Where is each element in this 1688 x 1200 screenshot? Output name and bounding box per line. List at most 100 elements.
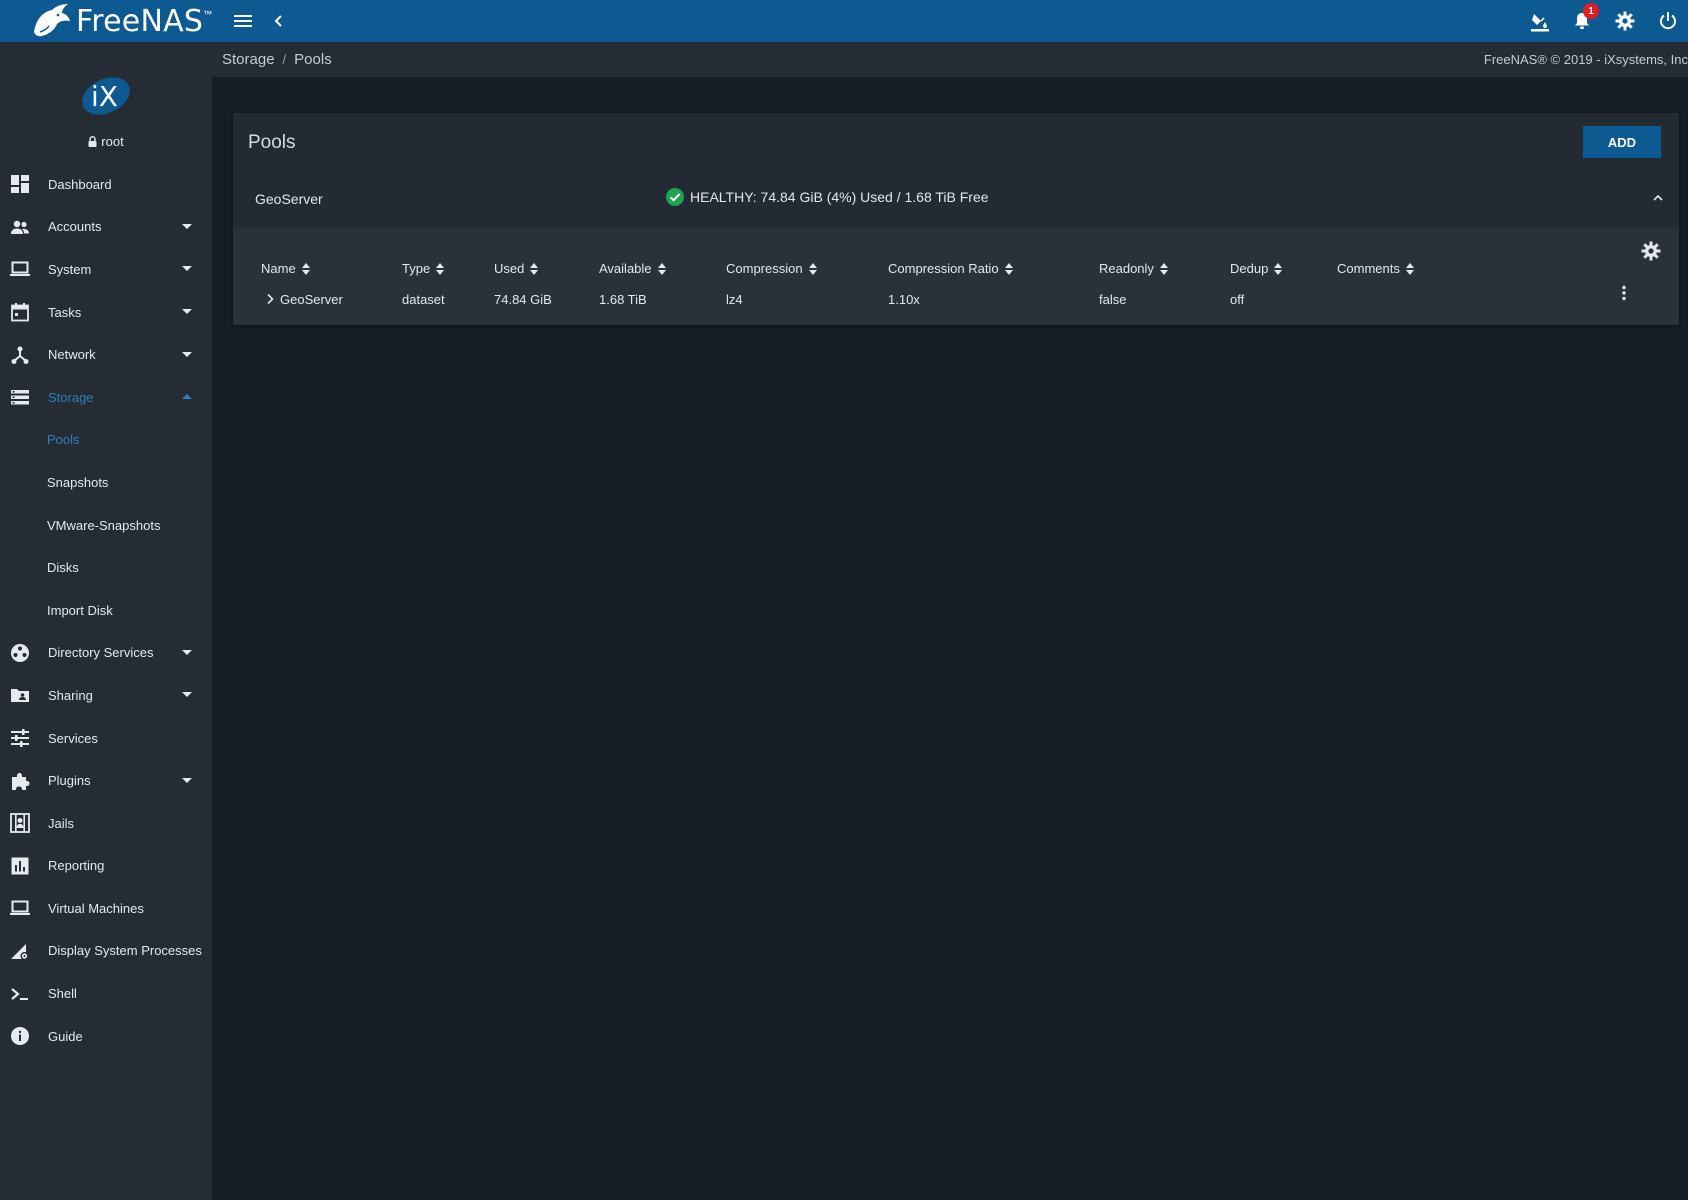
pool-name: GeoServer (255, 191, 323, 207)
shell-icon (11, 987, 28, 1000)
caret-up-icon (182, 394, 192, 400)
breadcrumb-storage[interactable]: Storage (222, 51, 275, 68)
settings-button[interactable] (1612, 8, 1638, 34)
sidebar-subitem-snapshots[interactable]: Snapshots (0, 461, 212, 504)
sort-icon (1274, 262, 1283, 275)
sidebar-item-label: Jails (48, 815, 75, 831)
sidebar-item-label: Import Disk (47, 602, 113, 618)
sidebar-item-system[interactable]: System (0, 248, 212, 291)
sort-icon (808, 262, 817, 275)
sidebar-item-virtual-machines[interactable]: Virtual Machines (0, 887, 212, 930)
column-header-dedup[interactable]: Dedup (1230, 261, 1283, 276)
breadcrumb-separator: / (282, 52, 287, 67)
sidebar-item-jails[interactable]: Jails (0, 802, 212, 845)
display-system-processes-icon (11, 943, 29, 960)
directory-services-icon (11, 643, 29, 662)
column-header-label: Comments (1337, 261, 1400, 276)
sidebar-item-shell[interactable]: Shell (0, 972, 212, 1015)
sidebar-item-label: Plugins (48, 773, 91, 789)
tasks-icon (11, 303, 29, 322)
sidebar-item-label: Network (48, 347, 96, 363)
sidebar-item-label: Guide (48, 1028, 83, 1044)
cell-compression-ratio: 1.10x (888, 292, 920, 307)
cell-dedup: off (1230, 292, 1245, 307)
ix-logo-icon: iX (82, 77, 130, 115)
column-header-compression[interactable]: Compression (726, 261, 817, 276)
sidebar-item-dashboard[interactable]: Dashboard (0, 163, 212, 206)
sidebar-subitem-disks[interactable]: Disks (0, 546, 212, 589)
sort-icon (1405, 262, 1414, 275)
datasets-table: Name Type Used Available Compression Com… (233, 227, 1679, 325)
sidebar-subitem-vmware-snapshots[interactable]: VMware-Snapshots (0, 504, 212, 547)
cell-compression: lz4 (726, 292, 743, 307)
caret-down-icon (182, 351, 192, 357)
sidebar-item-sharing[interactable]: Sharing (0, 674, 212, 717)
breadcrumb: Storage / Pools (222, 51, 332, 68)
pool-status-text: HEALTHY: 74.84 GiB (4%) Used / 1.68 TiB … (690, 189, 989, 205)
breadcrumb-pools: Pools (294, 51, 332, 68)
sidebar-item-services[interactable]: Services (0, 717, 212, 760)
column-header-available[interactable]: Available (599, 261, 666, 276)
freenas-shark-icon (34, 4, 70, 37)
sort-icon (530, 262, 539, 275)
column-header-label: Type (402, 261, 431, 276)
add-pool-button[interactable]: ADD (1583, 126, 1661, 158)
expand-row-icon[interactable] (265, 293, 275, 305)
sidebar-item-display-system-processes[interactable]: Display System Processes (0, 930, 212, 973)
sidebar-item-label: Services (48, 730, 98, 746)
sidebar-item-label: VMware-Snapshots (47, 517, 161, 533)
plugins-icon (12, 772, 30, 790)
column-header-label: Compression (726, 261, 803, 276)
theme-icon (1531, 14, 1549, 32)
sidebar-item-storage[interactable]: Storage (0, 376, 212, 419)
sidebar-item-plugins[interactable]: Plugins (0, 759, 212, 802)
collapse-sidebar-button[interactable] (266, 8, 292, 34)
more-vert-icon[interactable] (1621, 285, 1627, 301)
healthy-check-icon (666, 188, 684, 206)
column-header-readonly[interactable]: Readonly (1099, 261, 1168, 276)
services-icon (11, 729, 29, 748)
sidebar-item-network[interactable]: Network (0, 333, 212, 376)
notifications-button[interactable]: 1 (1569, 3, 1599, 34)
cell-name: GeoServer (280, 292, 343, 307)
sidebar-subitem-pools[interactable]: Pools (0, 419, 212, 462)
sidebar-item-label: Virtual Machines (48, 900, 144, 916)
caret-down-icon (182, 692, 192, 698)
sidebar-item-label: Disks (47, 560, 79, 576)
sidebar-item-reporting[interactable]: Reporting (0, 845, 212, 888)
sidebar-item-label: Shell (48, 986, 77, 1002)
power-icon (1660, 12, 1676, 30)
column-settings-icon[interactable] (1641, 241, 1661, 261)
notifications-badge: 1 (1583, 3, 1599, 19)
jails-icon (10, 813, 30, 834)
column-header-type[interactable]: Type (402, 261, 445, 276)
pool-header[interactable]: GeoServer HEALTHY: 74.84 GiB (4%) Used /… (233, 173, 1679, 227)
caret-down-icon (182, 777, 192, 783)
sidebar-item-guide[interactable]: Guide (0, 1015, 212, 1058)
sidebar-item-accounts[interactable]: Accounts (0, 206, 212, 249)
column-header-label: Available (599, 261, 652, 276)
freenas-logo[interactable]: FreeNAS ™ (28, 2, 212, 40)
column-header-comments[interactable]: Comments (1337, 261, 1414, 276)
sidebar-item-directory-services[interactable]: Directory Services (0, 632, 212, 675)
sort-icon (436, 262, 445, 275)
storage-icon (11, 390, 29, 405)
chevron-up-icon[interactable] (1651, 191, 1665, 205)
sidebar-subitem-import-disk[interactable]: Import Disk (0, 589, 212, 632)
sidebar-item-label: Directory Services (48, 645, 154, 661)
system-icon (10, 261, 30, 277)
sidebar-item-label: Display System Processes (48, 943, 202, 959)
cell-used: 74.84 GiB (494, 292, 552, 307)
column-header-compression-ratio[interactable]: Compression Ratio (888, 261, 1013, 276)
power-button[interactable] (1655, 8, 1681, 34)
theme-button[interactable] (1527, 8, 1553, 34)
column-header-name[interactable]: Name (261, 261, 310, 276)
page-title: Pools (248, 132, 296, 153)
sidebar-item-tasks[interactable]: Tasks (0, 291, 212, 334)
sidebar-item-label: Reporting (48, 858, 105, 874)
lock-icon (88, 136, 97, 147)
column-header-used[interactable]: Used (494, 261, 539, 276)
logo-text: FreeNAS (76, 3, 204, 39)
sidebar-item-label: Snapshots (47, 474, 109, 490)
menu-toggle-button[interactable] (230, 8, 256, 34)
